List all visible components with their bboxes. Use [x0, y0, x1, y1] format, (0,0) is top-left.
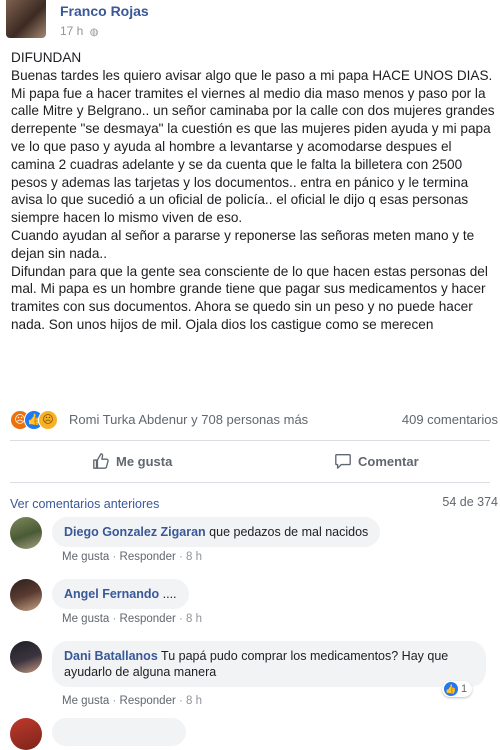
comment-meta: Me gusta · Responder · 8 h — [62, 551, 203, 563]
comment-icon — [335, 454, 351, 469]
comment-bubble: Dani Batallanos Tu papá pudo comprar los… — [52, 641, 486, 687]
comment-meta: Me gusta · Responder · 8 h — [62, 695, 203, 707]
comment-time[interactable]: 8 h — [186, 613, 202, 625]
post-header: Franco Rojas 17 h ◍ — [0, 0, 500, 42]
post-paragraph: Difundan para que la gente sea conscient… — [11, 263, 488, 332]
author-name[interactable]: Franco Rojas — [60, 3, 149, 19]
post-paragraph: DIFUNDAN — [11, 50, 82, 65]
comment-like-count: 1 — [461, 683, 468, 695]
comment-like-link[interactable]: Me gusta — [62, 613, 109, 625]
comment-reply-link[interactable]: Responder — [120, 613, 176, 625]
comment-like-link[interactable]: Me gusta — [62, 695, 109, 707]
globe-icon: ◍ — [89, 27, 99, 38]
commenter-name[interactable]: Angel Fernando — [64, 587, 159, 601]
post-time[interactable]: 17 h ◍ — [60, 24, 98, 38]
post-actions: Me gusta Comentar — [0, 444, 500, 480]
like-icon: 👍 — [444, 682, 458, 696]
avatar[interactable] — [10, 641, 42, 673]
post-paragraph: Mi papa fue a hacer tramites el viernes … — [11, 85, 495, 226]
commenter-name[interactable]: Dani Batallanos — [64, 649, 158, 663]
comment-text: que pedazos de mal nacidos — [209, 525, 369, 539]
reactions-summary[interactable]: Romi Turka Abdenur y 708 personas más — [69, 412, 308, 427]
divider — [10, 482, 490, 483]
comment-bubble: Diego Gonzalez Zigaran que pedazos de ma… — [52, 517, 381, 547]
comment-like-link[interactable]: Me gusta — [62, 551, 109, 563]
comment-text: .... — [162, 587, 177, 601]
commenter-name[interactable]: Diego Gonzalez Zigaran — [64, 525, 206, 539]
comment-bubble — [52, 718, 186, 746]
divider — [10, 440, 490, 441]
comment-reply-link[interactable]: Responder — [120, 695, 176, 707]
post-paragraph: Cuando ayudan al señor a pararse y repon… — [11, 227, 475, 261]
view-previous-comments-link[interactable]: Ver comentarios anteriores — [10, 497, 159, 511]
comment-like-badge[interactable]: 👍 1 — [442, 681, 473, 697]
sad-icon[interactable]: ☹ — [38, 410, 58, 430]
comments-count[interactable]: 409 comentarios — [402, 412, 498, 427]
avatar[interactable] — [10, 579, 42, 611]
comment-time[interactable]: 8 h — [186, 695, 202, 707]
thumbs-up-icon — [93, 453, 109, 469]
like-button-label: Me gusta — [116, 453, 173, 469]
author-avatar[interactable] — [6, 0, 46, 38]
reactions-bar: ☹ 👍 ☹ Romi Turka Abdenur y 708 personas … — [10, 409, 498, 431]
comment-button-label: Comentar — [358, 453, 419, 469]
like-button[interactable]: Me gusta — [92, 452, 172, 470]
comments-page-count: 54 de 374 — [442, 495, 498, 509]
post-time-text[interactable]: 17 h — [60, 24, 83, 38]
comment-bubble: Angel Fernando .... — [52, 579, 189, 609]
comment-button[interactable]: Comentar — [334, 452, 419, 470]
comment-meta: Me gusta · Responder · 8 h — [62, 613, 203, 625]
comments-header: Ver comentarios anteriores 54 de 374 — [10, 495, 498, 513]
post-body: DIFUNDAN Buenas tardes les quiero avisar… — [11, 49, 496, 334]
post-paragraph: Buenas tardes les quiero avisar algo que… — [11, 67, 493, 83]
avatar[interactable] — [10, 517, 42, 549]
comment-reply-link[interactable]: Responder — [120, 551, 176, 563]
comment-time[interactable]: 8 h — [186, 551, 202, 563]
avatar[interactable] — [10, 718, 42, 750]
